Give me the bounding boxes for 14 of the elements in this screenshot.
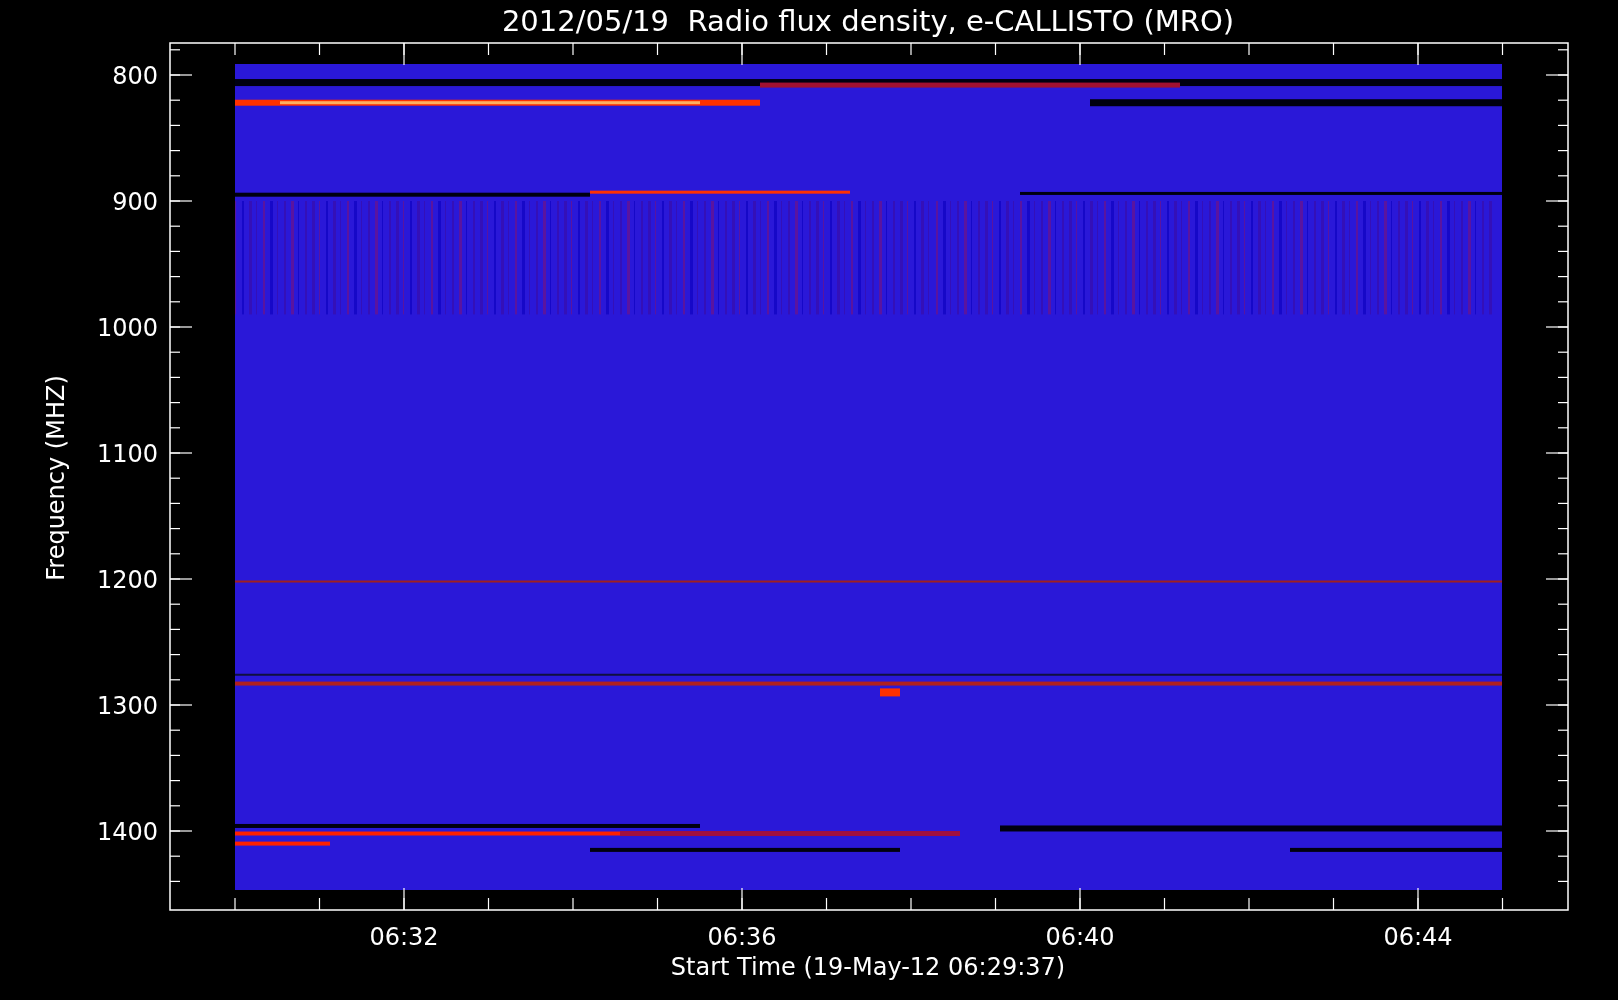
x-tick-label: 06:32	[369, 923, 439, 951]
x-tick-label: 06:40	[1045, 923, 1115, 951]
x-tick-label: 06:36	[707, 923, 777, 951]
y-tick-label: 900	[112, 188, 158, 216]
y-axis-label: Frequency (MHZ)	[42, 375, 70, 581]
y-tick-label: 1100	[96, 440, 158, 468]
y-tick-label: 800	[112, 62, 158, 90]
y-tick-label: 1300	[96, 692, 158, 720]
y-tick-label: 1400	[96, 818, 158, 846]
x-axis-label: Start Time (19-May-12 06:29:37)	[670, 953, 1066, 981]
x-tick-label: 06:44	[1383, 923, 1453, 951]
y-tick-label: 1200	[96, 566, 158, 594]
plot-title: 2012/05/19 Radio flux density, e-CALLISTO (MRO)	[501, 4, 1235, 38]
y-tick-label: 1000	[96, 314, 158, 342]
